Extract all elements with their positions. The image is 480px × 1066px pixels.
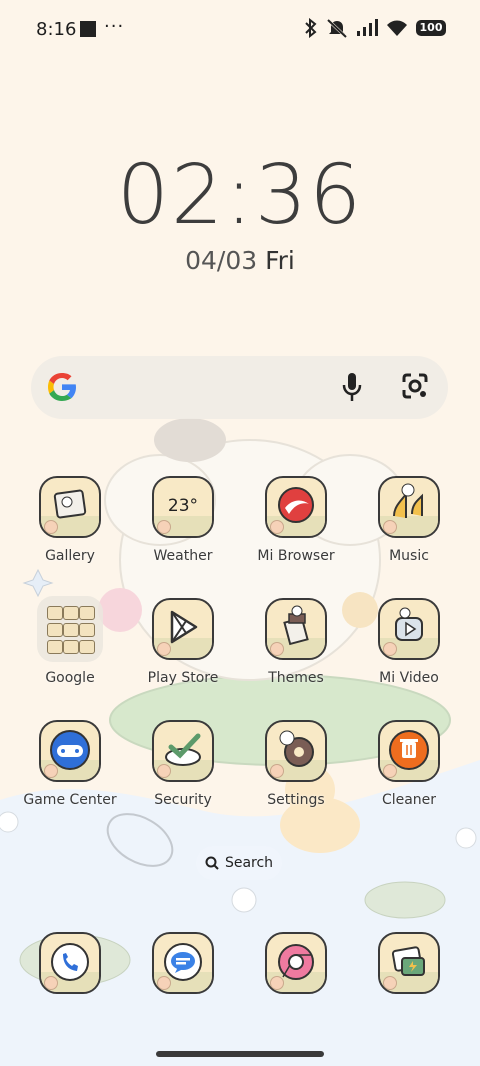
app-settings[interactable]: Settings: [241, 720, 351, 808]
search-icon: [205, 856, 219, 870]
status-icons: 100: [304, 18, 446, 38]
dock-gallery-camera[interactable]: [354, 932, 464, 994]
google-logo-icon[interactable]: [43, 368, 81, 406]
play-store-icon[interactable]: [152, 598, 214, 660]
mi-browser-icon[interactable]: [265, 476, 327, 538]
app-label: Google: [45, 670, 95, 686]
home-search-button[interactable]: Search: [196, 846, 282, 880]
app-label: Gallery: [45, 548, 95, 564]
game-center-icon[interactable]: [39, 720, 101, 782]
silent-mode-icon: [326, 18, 348, 38]
app-label: Mi Browser: [257, 548, 335, 564]
screen-record-icon: [80, 21, 96, 37]
themes-icon[interactable]: [265, 598, 327, 660]
dock-chrome[interactable]: [241, 932, 351, 994]
app-label: Mi Video: [379, 670, 439, 686]
more-notifications-icon: ···: [104, 16, 125, 37]
app-weather[interactable]: 23° Weather: [128, 476, 238, 564]
app-themes[interactable]: Themes: [241, 598, 351, 686]
app-play-store[interactable]: Play Store: [128, 598, 238, 686]
app-label: Music: [389, 548, 429, 564]
app-label: Game Center: [23, 792, 117, 808]
app-google-folder[interactable]: Google: [15, 596, 125, 686]
weather-temperature: 23°: [167, 496, 199, 516]
search-label: Search: [224, 855, 274, 871]
clock-time[interactable]: 02:36: [0, 150, 480, 242]
clock-date[interactable]: 04/03 Fri: [0, 246, 480, 275]
app-music[interactable]: Music: [354, 476, 464, 564]
app-gallery[interactable]: Gallery: [15, 476, 125, 564]
messages-icon[interactable]: [152, 932, 214, 994]
date-value: 04/03: [185, 246, 258, 275]
cleaner-icon[interactable]: [378, 720, 440, 782]
app-label: Cleaner: [381, 792, 437, 808]
settings-icon[interactable]: [265, 720, 327, 782]
wifi-icon: [387, 20, 407, 36]
app-label: Themes: [268, 670, 324, 686]
voice-search-icon[interactable]: [339, 371, 365, 403]
app-cleaner[interactable]: Cleaner: [354, 720, 464, 808]
google-search-bar[interactable]: [31, 356, 448, 419]
app-label: Security: [154, 792, 212, 808]
camera-icon[interactable]: [378, 932, 440, 994]
google-folder-icon[interactable]: [37, 596, 103, 662]
dock-messages[interactable]: [128, 932, 238, 994]
app-label: Weather: [153, 548, 213, 564]
day-value: Fri: [265, 246, 295, 275]
chrome-icon[interactable]: [265, 932, 327, 994]
weather-icon[interactable]: 23°: [152, 476, 214, 538]
app-security[interactable]: Security: [128, 720, 238, 808]
mi-video-icon[interactable]: [378, 598, 440, 660]
battery-indicator: 100: [416, 20, 446, 36]
home-indicator[interactable]: [156, 1051, 324, 1057]
google-lens-icon[interactable]: [401, 372, 429, 400]
security-icon[interactable]: [152, 720, 214, 782]
status-time: 8:16: [36, 19, 77, 40]
phone-icon[interactable]: [39, 932, 101, 994]
bluetooth-icon: [305, 18, 317, 38]
app-game-center[interactable]: Game Center: [15, 720, 125, 808]
app-label: Settings: [267, 792, 325, 808]
app-label: Play Store: [147, 670, 219, 686]
app-mi-browser[interactable]: Mi Browser: [241, 476, 351, 564]
app-mi-video[interactable]: Mi Video: [354, 598, 464, 686]
music-icon[interactable]: [378, 476, 440, 538]
status-bar: 8:16 ··· 100: [0, 0, 480, 60]
gallery-icon[interactable]: [39, 476, 101, 538]
signal-icon: [357, 19, 378, 36]
dock-phone[interactable]: [15, 932, 125, 994]
